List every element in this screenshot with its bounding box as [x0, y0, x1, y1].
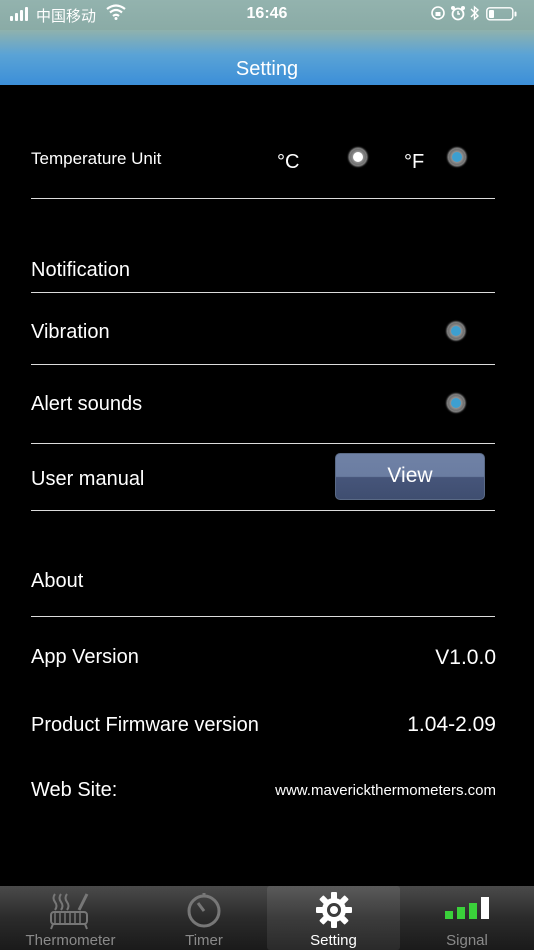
tab-signal[interactable]: Signal [400, 886, 534, 950]
tab-setting[interactable]: Setting [267, 886, 400, 950]
signal-bars-icon [443, 894, 491, 927]
divider [31, 510, 495, 511]
status-right-icons [430, 5, 526, 23]
divider [31, 616, 495, 617]
rotation-lock-icon [430, 5, 446, 25]
website-label: Web Site: [31, 779, 118, 801]
gear-icon [315, 891, 353, 934]
page-title: Setting [235, 58, 299, 80]
vibration-label: Vibration [31, 321, 110, 343]
temperature-unit-label: Temperature Unit [31, 149, 162, 168]
app-version-value: V1.0.0 [435, 646, 496, 669]
tab-timer[interactable]: Timer [141, 886, 267, 950]
divider [31, 364, 495, 365]
tab-label: Timer [185, 932, 223, 949]
about-header: About [31, 570, 84, 592]
alert-sounds-toggle[interactable] [447, 394, 465, 412]
navigation-bar: Setting [0, 30, 534, 85]
alarm-icon [450, 5, 466, 25]
celsius-radio[interactable] [349, 148, 367, 166]
tab-label: Setting [310, 932, 357, 949]
website-link[interactable]: www.maverickthermometers.com [275, 782, 496, 799]
user-manual-label: User manual [31, 468, 145, 490]
tab-bar: Thermometer Timer Setting Signal [0, 886, 534, 950]
fahrenheit-label: °F [404, 151, 425, 173]
view-manual-button[interactable]: View [335, 453, 485, 500]
divider [31, 198, 495, 199]
firmware-label: Product Firmware version [31, 714, 259, 736]
tab-label: Signal [446, 932, 488, 949]
divider [31, 443, 495, 444]
bluetooth-icon [470, 5, 480, 25]
divider [31, 292, 495, 293]
celsius-label: °C [277, 151, 300, 173]
thermometer-grill-icon [49, 890, 93, 935]
firmware-value: 1.04-2.09 [407, 713, 496, 736]
alert-sounds-label: Alert sounds [31, 393, 143, 415]
timer-icon [184, 892, 224, 933]
vibration-toggle[interactable] [447, 322, 465, 340]
notification-header: Notification [31, 259, 130, 281]
tab-thermometer[interactable]: Thermometer [0, 886, 141, 950]
fahrenheit-radio[interactable] [448, 148, 466, 166]
status-bar: 中国移动 16:46 [0, 0, 534, 30]
tab-label: Thermometer [25, 932, 116, 949]
battery-icon [486, 7, 518, 25]
app-version-label: App Version [31, 646, 139, 668]
